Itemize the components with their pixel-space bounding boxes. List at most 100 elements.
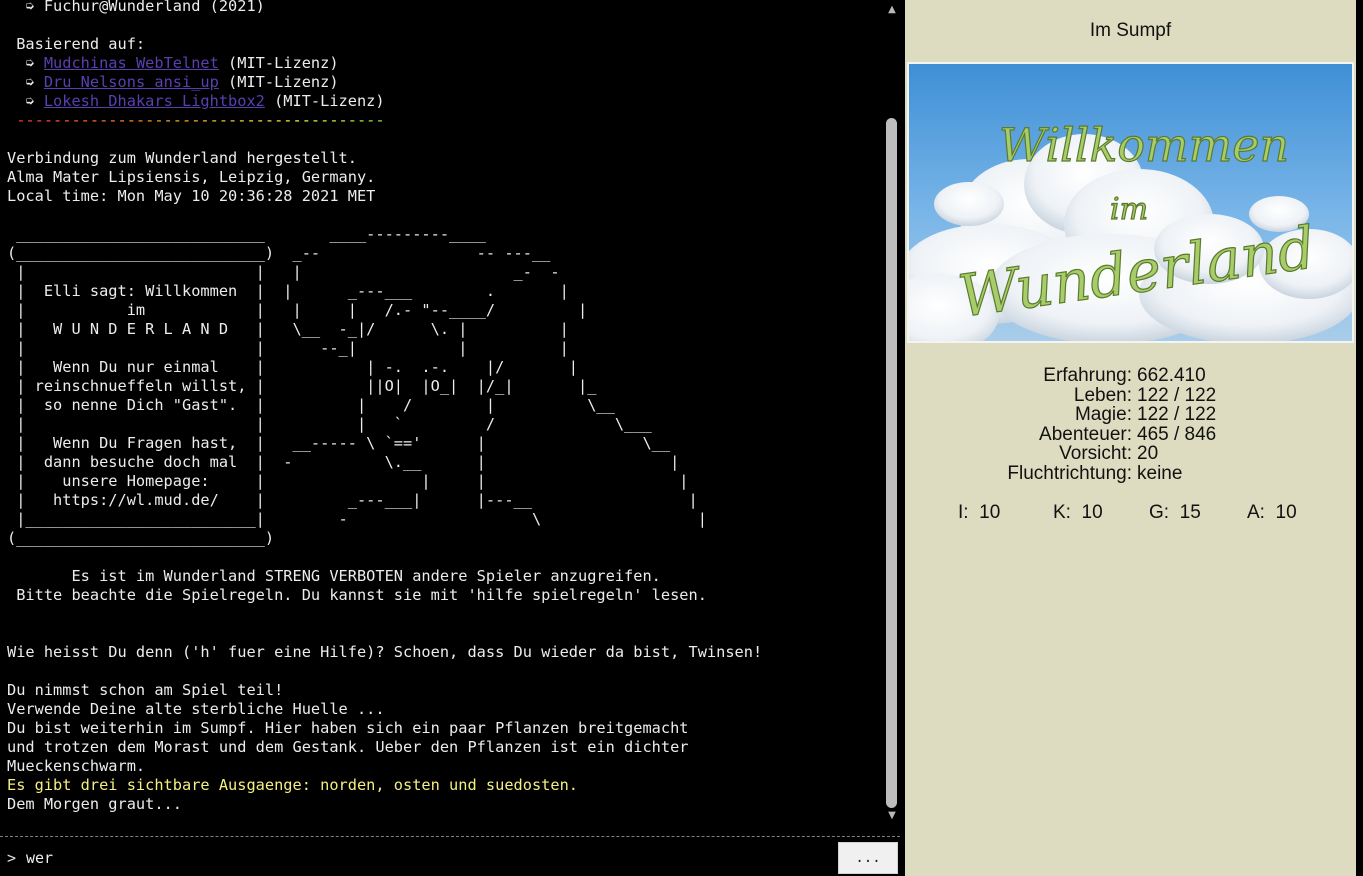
terminal-text-span: ➭ <box>7 92 44 110</box>
command-bar: > ... <box>0 840 900 876</box>
terminal-line: | Wenn Du Fragen hast, | __----- \ `==' … <box>7 434 671 452</box>
attribute-item: K: 10 <box>1053 502 1103 524</box>
terminal-line: (___________________________) <box>7 529 275 547</box>
terminal-line: Dem Morgen graut... <box>7 795 182 813</box>
stat-label: Fluchtrichtung: <box>1007 462 1132 484</box>
stat-label: Leben: <box>1073 384 1132 406</box>
terminal-line: | Wenn Du nur einmal | | -. .-. |/ | <box>7 358 578 376</box>
stat-row: Fluchtrichtung: keine <box>905 464 1356 484</box>
terminal-line: und trotzen dem Morast und dem Gestank. … <box>7 738 689 756</box>
room-title: Im Sumpf <box>1089 20 1172 41</box>
terminal-line: | reinschnueffeln willst, | ||O| |O_| |/… <box>7 377 597 395</box>
terminal-line: Bitte beachte die Spielregeln. Du kannst… <box>7 586 707 604</box>
terminal-line: ➭ Fuchur@Wunderland (2021) <box>7 0 265 15</box>
stat-value: keine <box>1137 462 1183 484</box>
attribute-value: 10 <box>979 502 1001 523</box>
terminal-line: Basierend auf: <box>7 35 146 53</box>
welcome-banner-image: Willkommen im Wunderland <box>907 62 1354 343</box>
attribute-item: G: 15 <box>1149 502 1201 524</box>
terminal-line: | W U N D E R L A N D | \__ -_|/ \. | | <box>7 320 569 338</box>
scrollbar-thumb[interactable] <box>886 118 897 808</box>
stat-row: Leben: 122 / 122 <box>905 384 1356 406</box>
stat-row: Erfahrung: 662.410 <box>905 366 1356 386</box>
terminal-line: Local time: Mon May 10 20:36:28 2021 MET <box>7 187 376 205</box>
terminal-line: Es gibt drei sichtbare Ausgaenge: norden… <box>7 776 578 794</box>
terminal-line: | im | | | /.- "--____/ | <box>7 301 588 319</box>
scroll-down-icon[interactable]: ▼ <box>884 808 900 824</box>
terminal-line: Es ist im Wunderland STRENG VERBOTEN and… <box>7 567 661 585</box>
terminal-text-span: ➭ <box>7 73 44 91</box>
attribute-label: G: <box>1149 502 1170 523</box>
stat-value: 20 <box>1137 443 1159 465</box>
terminal-line: Alma Mater Lipsiensis, Leipzig, Germany. <box>7 168 376 186</box>
stat-row: Magie: 122 / 122 <box>905 405 1356 425</box>
terminal-line: Verwende Deine alte sterbliche Huelle ..… <box>7 700 385 718</box>
stat-value: 465 / 846 <box>1137 423 1217 445</box>
stat-value: 122 / 122 <box>1137 384 1217 406</box>
status-panel: Im Sumpf Willkommen im Wunderland Erfahr… <box>905 0 1356 876</box>
terminal-scrollbar[interactable]: ▲ ▼ <box>884 0 900 834</box>
attribute-value: 10 <box>1081 502 1103 523</box>
terminal-line: Wie heisst Du denn ('h' fuer eine Hilfe)… <box>7 643 763 661</box>
stat-value: 662.410 <box>1137 365 1206 386</box>
attribute-label: A: <box>1247 502 1265 523</box>
scroll-up-icon[interactable]: ▲ <box>884 2 900 18</box>
terminal-text: ➭ Fuchur@Wunderland (2021) Basierend auf… <box>7 0 883 814</box>
terminal-line: ---------------------------------------- <box>7 111 883 130</box>
terminal-line: ___________________________ ____--------… <box>7 225 486 243</box>
terminal-text-span: ➭ <box>7 54 44 72</box>
attribute-value: 15 <box>1179 502 1201 523</box>
terminal-line: | | --_| | | <box>7 339 569 357</box>
credit-link[interactable]: Lokesh Dhakars Lightbox2 <box>44 92 265 110</box>
more-button[interactable]: ... <box>838 842 898 874</box>
terminal-line: | | | _- - <box>7 263 560 281</box>
terminal-line: Du nimmst schon am Spiel teil! <box>7 681 284 699</box>
credit-link[interactable]: Mudchinas WebTelnet <box>44 54 219 72</box>
command-input[interactable] <box>26 846 826 870</box>
terminal-text-span: (MIT-Lizenz) <box>218 73 339 91</box>
attribute-label: K: <box>1053 502 1071 523</box>
window-edge <box>1356 0 1363 876</box>
attribute-label: I: <box>958 502 969 523</box>
stat-label: Abenteuer: <box>1039 423 1132 445</box>
attribute-item: A: 10 <box>1247 502 1297 524</box>
terminal-output[interactable]: ➭ Fuchur@Wunderland (2021) Basierend auf… <box>0 0 884 834</box>
terminal-line: ➭ Lokesh Dhakars Lightbox2 (MIT-Lizenz) <box>7 92 883 111</box>
terminal-line: ➭ Mudchinas WebTelnet (MIT-Lizenz) <box>7 54 883 73</box>
stat-row: Abenteuer: 465 / 846 <box>905 425 1356 445</box>
banner-line-1: Willkommen <box>999 118 1289 172</box>
stat-row: Vorsicht: 20 <box>905 444 1356 464</box>
terminal-line: Verbindung zum Wunderland hergestellt. <box>7 149 357 167</box>
terminal-line: ➭ Dru Nelsons ansi_up (MIT-Lizenz) <box>7 73 883 92</box>
attribute-row: I: 10 K: 10 G: 15 A: 10 <box>905 502 1356 524</box>
terminal-line: Du bist weiterhin im Sumpf. Hier haben s… <box>7 719 689 737</box>
terminal-text-span: (MIT-Lizenz) <box>264 92 385 110</box>
stat-label: Magie: <box>1074 404 1132 426</box>
attribute-item: I: 10 <box>958 502 1000 524</box>
attribute-value: 10 <box>1275 502 1297 523</box>
prompt-symbol: > <box>7 849 17 867</box>
terminal-line: (___________________________) _-- -- ---… <box>7 244 551 262</box>
terminal-line: | | | ` / \___ <box>7 415 652 433</box>
character-stats: Erfahrung: 662.410 Leben: 122 / 122 Magie: 12… <box>905 366 1356 484</box>
banner-line-2: im <box>1110 192 1148 227</box>
terminal-line: Mueckenschwarm. <box>7 757 146 775</box>
stat-label: Erfahrung: <box>1043 365 1132 386</box>
terminal-line: | so nenne Dich "Gast". | | / | \__ <box>7 396 615 414</box>
terminal-line: | Elli sagt: Willkommen | | _---___ . | <box>7 282 569 300</box>
stat-label: Vorsicht: <box>1059 443 1132 465</box>
terminal-line: | https://wl.mud.de/ | _---___| |---__ | <box>7 491 698 509</box>
stat-value: 122 / 122 <box>1137 404 1217 426</box>
credit-link[interactable]: Dru Nelsons ansi_up <box>44 73 219 91</box>
terminal-line: | dann besuche doch mal | - \.__ | | <box>7 453 680 471</box>
terminal-line: |_________________________| - \ | <box>7 510 707 528</box>
input-divider <box>0 836 900 837</box>
terminal-text-span: (MIT-Lizenz) <box>218 54 339 72</box>
